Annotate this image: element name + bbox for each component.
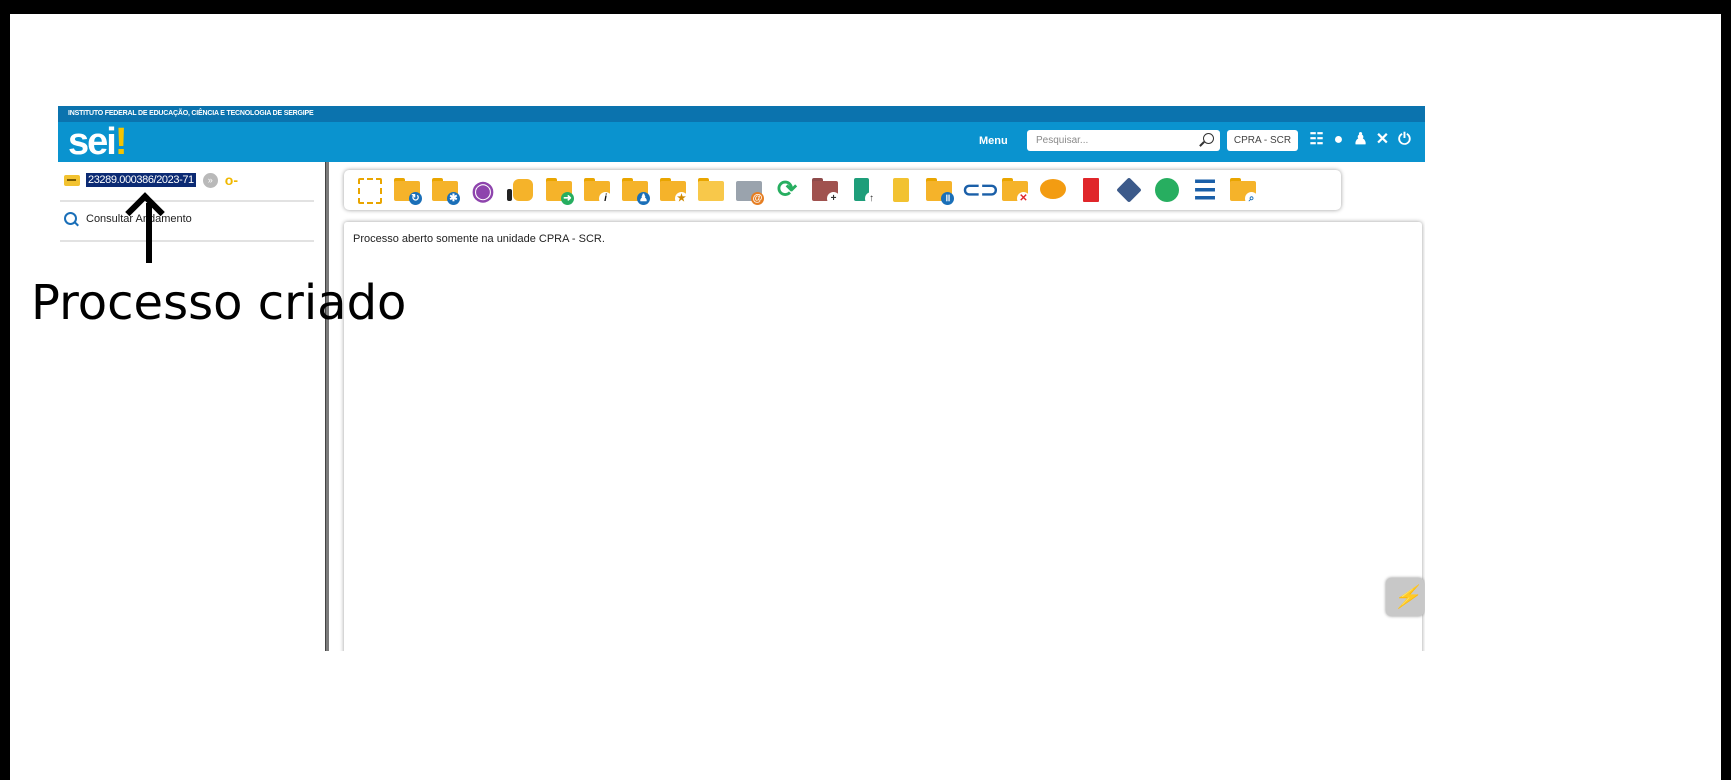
bolt-icon: ⚡: [1391, 584, 1425, 609]
grid-icon[interactable]: ☷: [1308, 131, 1325, 148]
unit-selector[interactable]: CPRA - SCR: [1227, 130, 1298, 151]
link-icon[interactable]: ⊂⊃: [962, 175, 999, 205]
search-icon: [64, 212, 77, 225]
user-icon[interactable]: ♟: [1352, 131, 1369, 148]
folder-info-icon[interactable]: i: [582, 175, 612, 205]
power-icon[interactable]: ⏻: [1396, 131, 1413, 148]
sync-icon[interactable]: ⟳: [772, 175, 802, 205]
logo-text: sei: [68, 121, 117, 163]
tag-icon[interactable]: [1114, 175, 1144, 205]
folder-pause-icon[interactable]: ॥: [924, 175, 954, 205]
folder-settings-icon[interactable]: ✱: [430, 175, 460, 205]
search-icon[interactable]: [1203, 133, 1214, 144]
key-icon[interactable]: o-: [225, 172, 238, 188]
tools-icon[interactable]: ✕: [1374, 131, 1391, 148]
divider: [60, 240, 314, 242]
list-icon[interactable]: ☰: [1190, 175, 1220, 205]
alert-icon[interactable]: ●: [1330, 131, 1347, 148]
search-input[interactable]: Pesquisar...: [1027, 130, 1220, 151]
eye-icon[interactable]: ◉: [468, 175, 498, 205]
process-main-panel: ↻ ✱ ◉ ➜ i ♟ ★ @ ⟳ + ↑ ॥ ⊂⊃ ✕ ☰ ⌕ Process…: [329, 162, 1425, 651]
process-status-message: Processo aberto somente na unidade CPRA …: [353, 233, 605, 245]
sei-logo[interactable]: sei!: [68, 120, 128, 164]
annotation-arrow: [146, 203, 152, 263]
clock-icon[interactable]: [1152, 175, 1182, 205]
process-toolbar: ↻ ✱ ◉ ➜ i ♟ ★ @ ⟳ + ↑ ॥ ⊂⊃ ✕ ☰ ⌕: [344, 170, 1341, 210]
thumb-up-icon[interactable]: [506, 175, 536, 205]
email-icon[interactable]: @: [734, 175, 764, 205]
folder-icon: [64, 174, 80, 186]
folder-remove-icon[interactable]: ✕: [1000, 175, 1030, 205]
folder-star-icon[interactable]: ★: [658, 175, 688, 205]
fast-forward-icon[interactable]: »: [202, 172, 218, 188]
menu-link[interactable]: Menu: [979, 135, 1008, 147]
sei-screenshot: INSTITUTO FEDERAL DE EDUCAÇÃO, CIÊNCIA E…: [58, 106, 1425, 651]
comment-icon[interactable]: [1038, 175, 1068, 205]
trash-icon[interactable]: [1076, 175, 1106, 205]
new-document-icon[interactable]: [354, 175, 384, 205]
floating-action-button[interactable]: ⚡: [1386, 578, 1425, 616]
institution-strip: INSTITUTO FEDERAL DE EDUCAÇÃO, CIÊNCIA E…: [58, 106, 1425, 122]
divider: [60, 200, 314, 202]
list-doc-icon[interactable]: [886, 175, 916, 205]
annotation-label: Processo criado: [31, 275, 407, 331]
building-icon[interactable]: ↑: [848, 175, 878, 205]
search-placeholder: Pesquisar...: [1036, 135, 1089, 146]
process-content-area: Processo aberto somente na unidade CPRA …: [344, 222, 1422, 651]
process-tree-panel: 23289.000386/2023-71 » o- Consultar Anda…: [58, 162, 324, 651]
folder-user-icon[interactable]: ♟: [620, 175, 650, 205]
folder-send-icon[interactable]: ➜: [544, 175, 574, 205]
folder-open-icon[interactable]: [696, 175, 726, 205]
header-icons: ☷ ● ♟ ✕ ⏻: [1308, 131, 1413, 148]
folder-add-icon[interactable]: +: [810, 175, 840, 205]
logo-dot: !: [114, 121, 128, 163]
process-tree-item[interactable]: 23289.000386/2023-71 » o-: [64, 172, 238, 188]
folder-search-icon[interactable]: ⌕: [1228, 175, 1258, 205]
app-header: sei! Menu Pesquisar... CPRA - SCR ☷ ● ♟ …: [58, 120, 1425, 164]
process-number[interactable]: 23289.000386/2023-71: [86, 173, 196, 187]
folder-relate-icon[interactable]: ↻: [392, 175, 422, 205]
